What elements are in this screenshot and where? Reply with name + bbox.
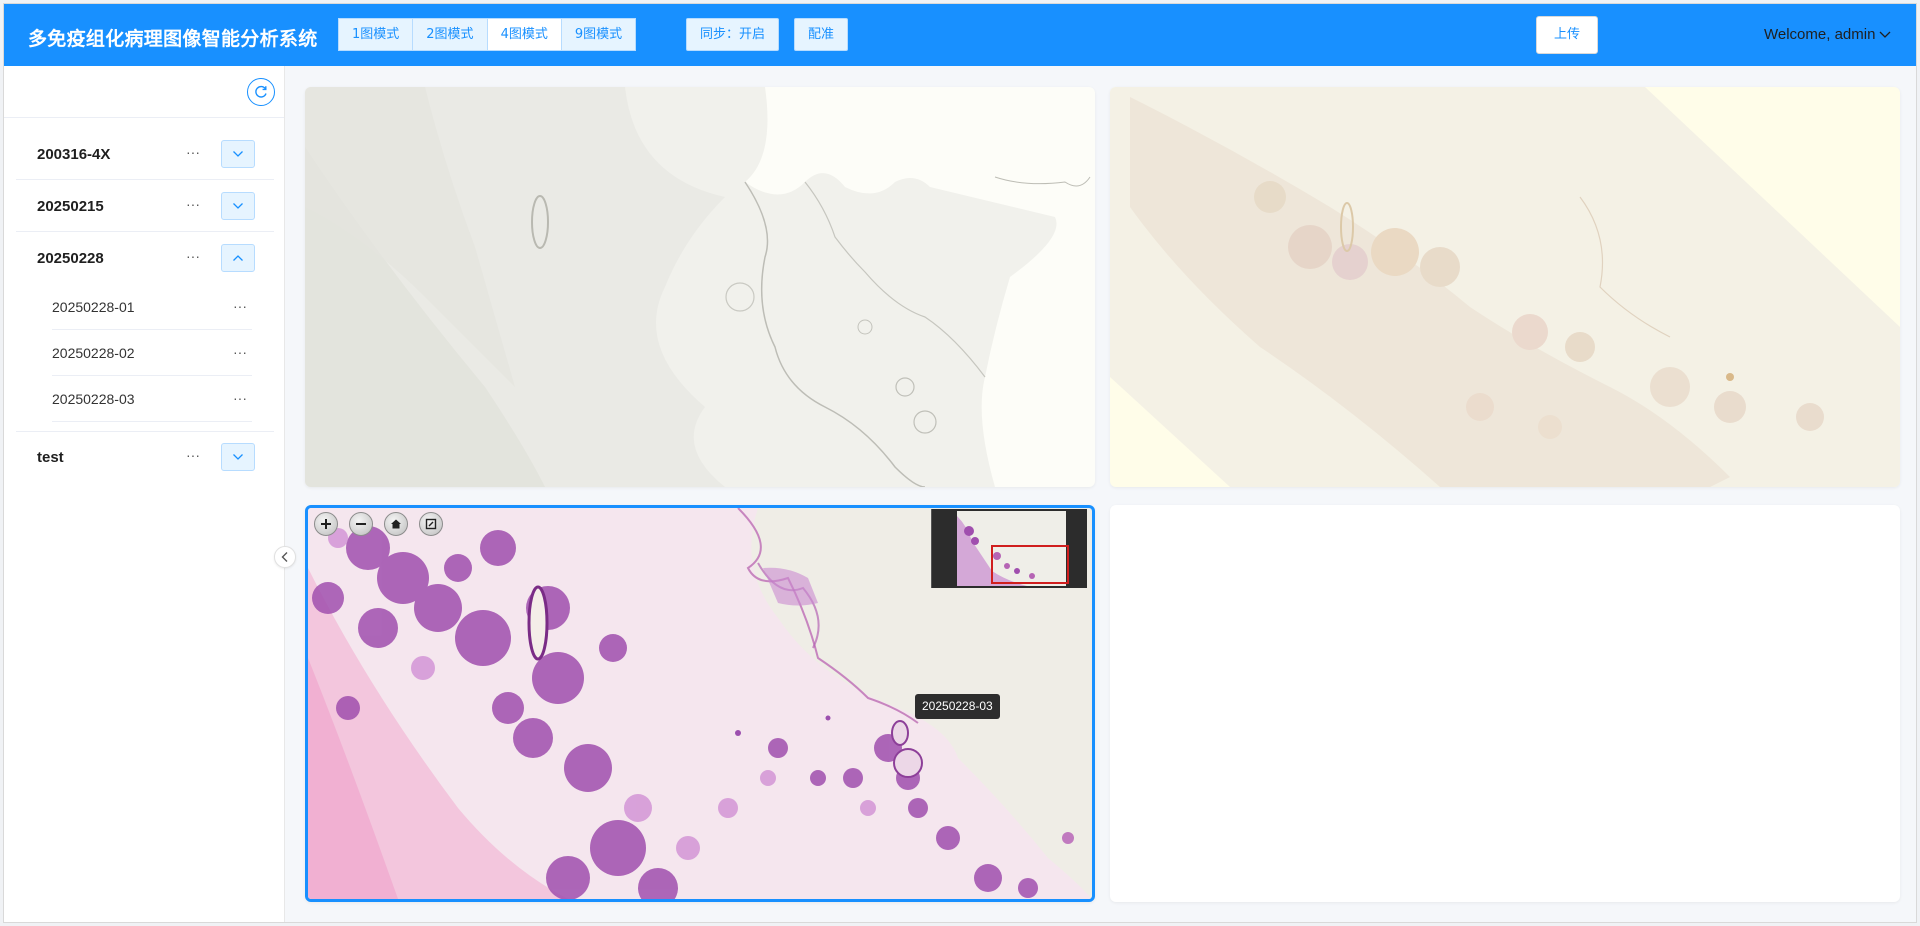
slide-image-grayscale [305, 87, 1091, 487]
group-name: 20250228 [37, 250, 104, 267]
more-options-icon[interactable]: ··· [233, 344, 247, 360]
chevron-down-icon [233, 151, 243, 157]
slide-item-20250228-01[interactable]: 20250228-01 ··· [52, 284, 252, 330]
viewer-panel-2[interactable] [1110, 87, 1900, 487]
more-options-icon[interactable]: ··· [186, 144, 200, 160]
mode-1-button[interactable]: 1图模式 [338, 18, 414, 51]
sync-button[interactable]: 同步：开启 [686, 18, 780, 51]
group-name: test [37, 449, 64, 466]
slide-group-test: test ··· [16, 431, 274, 483]
chevron-up-icon [233, 255, 243, 261]
group-row[interactable]: 20250228 ··· [16, 232, 274, 284]
slide-sidebar: 200316-4X ··· 20250215 ··· 20250228 ··· [4, 66, 296, 922]
more-options-icon[interactable]: ··· [186, 196, 200, 212]
top-header: 多免疫组化病理图像智能分析系统 1图模式 2图模式 4图模式 9图模式 同步：开… [4, 4, 1916, 66]
slide-group-20250228: 20250228 ··· 20250228-01 ··· 20250228-02… [16, 232, 274, 432]
minimap-viewport[interactable] [991, 545, 1069, 584]
group-row[interactable]: 20250215 ··· [16, 180, 274, 232]
register-button[interactable]: 配准 [794, 18, 849, 51]
chevron-down-icon [233, 454, 243, 460]
app-window: 多免疫组化病理图像智能分析系统 1图模式 2图模式 4图模式 9图模式 同步：开… [3, 3, 1917, 923]
user-welcome-label: Welcome, admin [1764, 26, 1876, 43]
slide-group-20250215: 20250215 ··· [16, 180, 274, 232]
slide-name: 20250228-01 [52, 299, 135, 315]
zoom-controls [314, 512, 443, 536]
user-menu[interactable]: Welcome, admin [1764, 26, 1891, 43]
mode-4-button[interactable]: 4图模式 [487, 18, 562, 51]
home-icon [391, 519, 401, 529]
group-name: 200316-4X [37, 146, 111, 163]
collapse-toggle[interactable] [221, 244, 255, 272]
expand-toggle[interactable] [221, 140, 255, 168]
slide-name: 20250228-02 [52, 345, 135, 361]
minimap-navigator[interactable] [931, 509, 1087, 588]
zoom-in-icon [321, 519, 331, 529]
chevron-left-icon [281, 552, 288, 562]
zoom-out-button[interactable] [349, 512, 373, 536]
slide-image-ihc [1110, 87, 1900, 487]
slide-item-20250228-02[interactable]: 20250228-02 ··· [52, 330, 252, 376]
slide-item-20250228-03[interactable]: 20250228-03 ··· [52, 376, 252, 422]
viewer-panel-3[interactable]: 20250228-03 [305, 505, 1095, 902]
expand-toggle[interactable] [221, 443, 255, 471]
more-options-icon[interactable]: ··· [186, 248, 200, 264]
more-options-icon[interactable]: ··· [233, 390, 247, 406]
mode-9-button[interactable]: 9图模式 [561, 18, 637, 51]
mode-2-button[interactable]: 2图模式 [413, 18, 488, 51]
chevron-down-icon [1879, 31, 1891, 38]
app-title: 多免疫组化病理图像智能分析系统 [28, 28, 318, 50]
home-button[interactable] [384, 512, 408, 536]
zoom-out-icon [356, 523, 366, 525]
expand-toggle[interactable] [221, 192, 255, 220]
upload-button[interactable]: 上传 [1536, 16, 1598, 54]
slide-name: 20250228-03 [52, 391, 135, 407]
group-name: 20250215 [37, 198, 104, 215]
fullscreen-button[interactable] [419, 512, 443, 536]
more-options-icon[interactable]: ··· [233, 298, 247, 314]
viewer-panel-4-empty[interactable] [1110, 505, 1900, 902]
sidebar-divider [4, 117, 284, 118]
minimap-thumbnail [957, 511, 1069, 586]
viewer-panel-1[interactable] [305, 87, 1095, 487]
fullscreen-icon [425, 518, 437, 530]
slide-group-200316-4x: 200316-4X ··· [16, 128, 274, 180]
slide-tooltip: 20250228-03 [915, 694, 1000, 719]
refresh-icon [255, 85, 267, 98]
zoom-in-button[interactable] [314, 512, 338, 536]
view-mode-group: 1图模式 2图模式 4图模式 9图模式 [338, 18, 637, 51]
group-row[interactable]: test ··· [16, 431, 274, 483]
sidebar-collapse-button[interactable] [274, 546, 296, 568]
more-options-icon[interactable]: ··· [186, 447, 200, 463]
refresh-button[interactable] [247, 78, 275, 106]
chevron-down-icon [233, 203, 243, 209]
group-row[interactable]: 200316-4X ··· [16, 128, 274, 180]
